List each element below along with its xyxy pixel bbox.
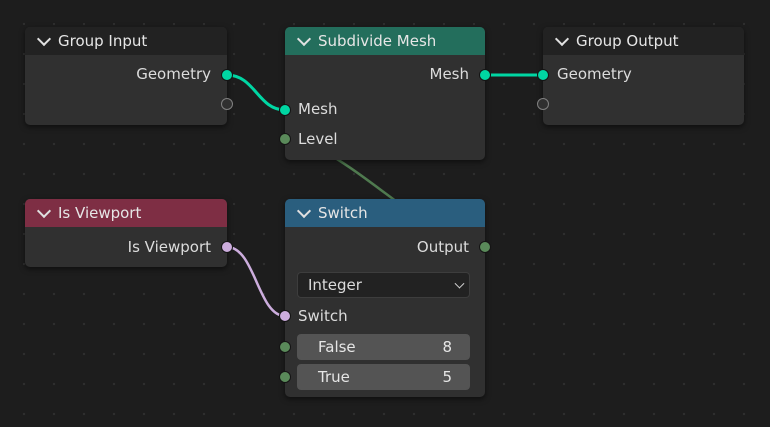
switch-input-false-socket[interactable]: [279, 341, 291, 353]
subdivide-mesh-input-mesh-socket[interactable]: [279, 104, 291, 116]
switch-output-socket[interactable]: [479, 241, 491, 253]
subdivide-mesh-title: Subdivide Mesh: [318, 32, 437, 50]
subdivide-mesh-output-socket[interactable]: [479, 69, 491, 81]
group-output-geometry-socket[interactable]: [537, 69, 549, 81]
switch-output-label: Output: [416, 238, 469, 256]
is-viewport-node[interactable]: Is Viewport Is Viewport: [25, 199, 227, 267]
subdivide-mesh-input-level-socket[interactable]: [279, 133, 291, 145]
subdivide-mesh-output-label: Mesh: [429, 65, 470, 83]
group-input-geometry-label: Geometry: [136, 65, 211, 83]
chevron-down-icon[interactable]: [554, 31, 570, 46]
is-viewport-output-socket[interactable]: [221, 241, 233, 253]
group-output-title: Group Output: [576, 32, 679, 50]
switch-type-dropdown[interactable]: Integer: [297, 272, 470, 298]
group-input-empty-socket[interactable]: [221, 98, 233, 110]
group-output-geometry-label: Geometry: [557, 65, 632, 83]
switch-title: Switch: [318, 204, 368, 222]
is-viewport-header[interactable]: Is Viewport: [25, 199, 227, 227]
group-input-title: Group Input: [58, 32, 148, 50]
switch-false-value: 8: [442, 338, 452, 356]
switch-header[interactable]: Switch: [285, 199, 485, 227]
chevron-down-icon[interactable]: [36, 203, 52, 218]
switch-input-true-socket[interactable]: [279, 371, 291, 383]
group-output-header[interactable]: Group Output: [543, 27, 744, 55]
switch-node[interactable]: Switch Output Integer Switch False 8 Tru…: [285, 199, 485, 397]
group-output-node[interactable]: Group Output Geometry: [543, 27, 744, 125]
subdivide-mesh-header[interactable]: Subdivide Mesh: [285, 27, 485, 55]
group-input-geometry-socket[interactable]: [221, 69, 233, 81]
group-output-empty-socket[interactable]: [537, 98, 549, 110]
chevron-down-icon[interactable]: [296, 31, 312, 46]
group-input-header[interactable]: Group Input: [25, 27, 227, 55]
is-viewport-title: Is Viewport: [58, 204, 142, 222]
chevron-down-icon[interactable]: [36, 31, 52, 46]
switch-true-value: 5: [442, 368, 452, 386]
switch-input-switch-socket[interactable]: [279, 310, 291, 322]
subdivide-mesh-input-level-label: Level: [298, 130, 338, 148]
chevron-down-icon: [454, 278, 465, 289]
switch-type-value: Integer: [308, 276, 362, 294]
subdivide-mesh-input-mesh-label: Mesh: [298, 100, 338, 118]
switch-false-field[interactable]: False 8: [297, 334, 470, 360]
chevron-down-icon[interactable]: [296, 203, 312, 218]
subdivide-mesh-node[interactable]: Subdivide Mesh Mesh Mesh Level: [285, 27, 485, 160]
switch-input-switch-label: Switch: [298, 307, 348, 325]
group-input-node[interactable]: Group Input Geometry: [25, 27, 227, 125]
switch-true-field[interactable]: True 5: [297, 364, 470, 390]
switch-false-label: False: [318, 338, 356, 356]
is-viewport-output-label: Is Viewport: [127, 238, 211, 256]
switch-true-label: True: [318, 368, 350, 386]
